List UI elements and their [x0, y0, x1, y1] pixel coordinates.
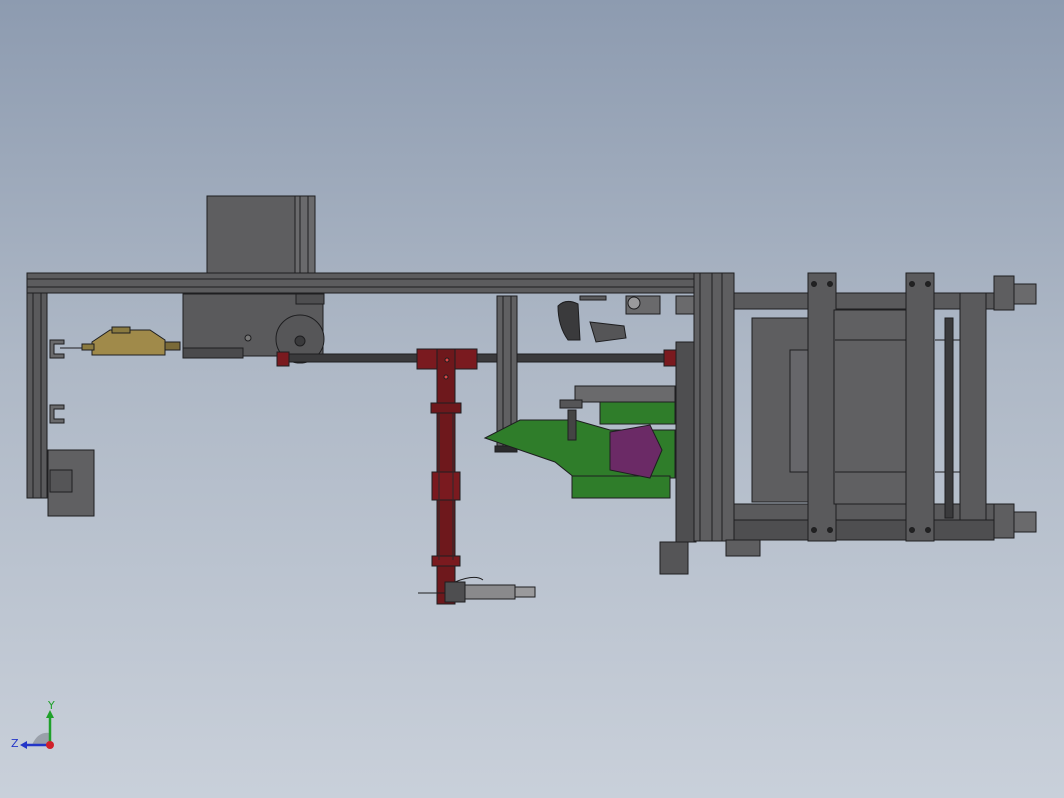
- upper-middle-parts: [557, 295, 695, 343]
- horizontal-shaft: [276, 349, 681, 367]
- z-axis-label: Z: [11, 737, 19, 750]
- left-brackets: [47, 339, 95, 517]
- top-housing-box: [206, 195, 316, 274]
- bottom-cylinder-tool: [418, 576, 536, 603]
- y-axis-label: Y: [47, 699, 55, 712]
- graphics-viewport[interactable]: Y Z: [0, 0, 1064, 798]
- x-axis-dot: [46, 741, 54, 749]
- right-casters: [993, 275, 1037, 539]
- tan-gripper-tool: [60, 326, 181, 356]
- z-axis-arrow: [20, 741, 27, 749]
- right-frame: [733, 272, 995, 542]
- orientation-triad: Y Z: [11, 699, 55, 750]
- red-carriage-column: [416, 348, 478, 605]
- drive-motor-block: [182, 293, 325, 364]
- left-frame-post: [26, 282, 48, 499]
- top-horizontal-beam: [26, 272, 698, 294]
- cad-assembly-model[interactable]: [0, 0, 1064, 798]
